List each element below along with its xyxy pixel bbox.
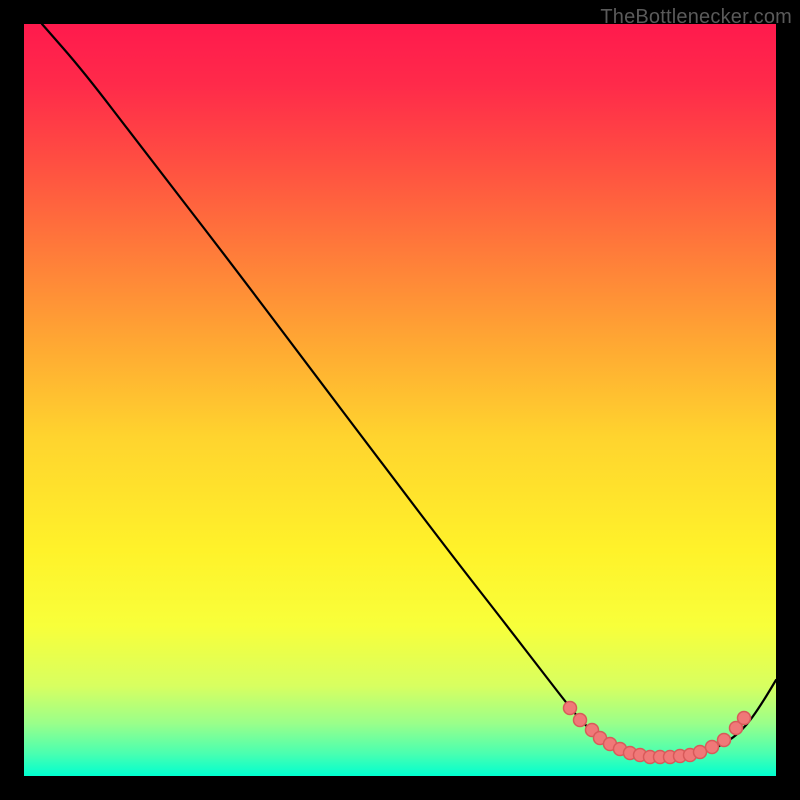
curve-marker (694, 746, 707, 759)
curve-marker (718, 734, 731, 747)
chart-svg (24, 24, 776, 776)
bottleneck-curve (42, 24, 776, 757)
curve-marker (564, 702, 577, 715)
curve-marker (706, 741, 719, 754)
curve-markers (564, 702, 751, 764)
curve-marker (738, 712, 751, 725)
curve-marker (574, 714, 587, 727)
